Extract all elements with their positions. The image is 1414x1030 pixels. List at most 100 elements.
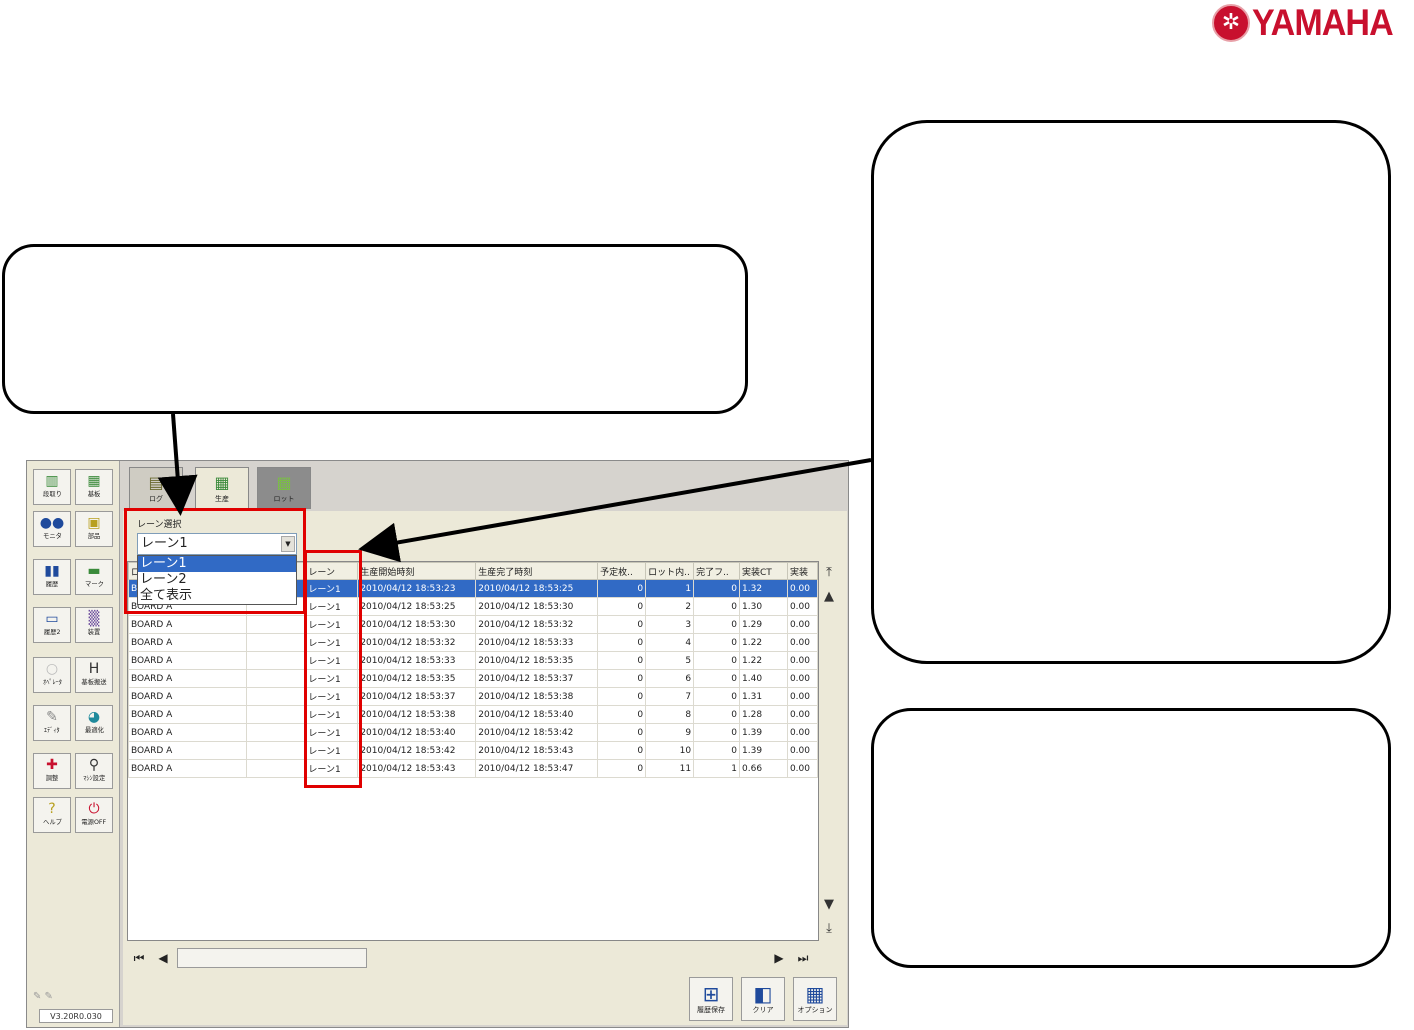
scroll-right-icon[interactable]: ▶	[769, 948, 789, 968]
table-cell: 2010/04/12 18:53:38	[475, 687, 599, 706]
scroll-top-icon[interactable]: ⤒	[819, 563, 839, 583]
scroll-first-icon[interactable]: ⏮	[129, 948, 149, 968]
table-cell: 0	[597, 687, 647, 706]
callout-lane-select	[2, 244, 748, 414]
scroll-bottom-icon[interactable]: ⤓	[819, 919, 839, 939]
highlight-lane-column	[304, 550, 362, 788]
table-cell: 11	[645, 759, 695, 778]
table-row[interactable]: BOARD A レーン1 2010/04/12 18:53:32 2010/04/12…	[128, 633, 818, 652]
sidebar-button-11[interactable]: ✎ ｴﾃﾞｨﾀ	[33, 705, 71, 741]
scroll-last-icon[interactable]: ⏭	[793, 948, 813, 968]
sidebar-button-5[interactable]: ▮▮ 履歴	[33, 559, 71, 595]
production-icon: ▦	[214, 473, 230, 492]
sidebar-button-1[interactable]: ▥ 段取り	[33, 469, 71, 505]
table-cell: BOARD A	[128, 651, 247, 670]
sidebar-button-8[interactable]: ▒ 装置	[75, 607, 113, 643]
options-button[interactable]: ▦ オプション	[793, 977, 837, 1021]
column-header[interactable]: ロット内..	[645, 562, 695, 580]
table-cell	[245, 705, 307, 724]
table-cell: 1.29	[739, 615, 788, 634]
table-cell: 0	[597, 723, 647, 742]
table-row[interactable]: BOARD A レーン1 2010/04/12 18:53:43 2010/04/12…	[128, 759, 818, 778]
tab-log[interactable]: ▤ ログ	[129, 467, 183, 509]
table-cell: 0.00	[786, 705, 818, 724]
table-cell: BOARD A	[128, 723, 247, 742]
table-cell: 0	[693, 597, 741, 616]
table-cell: 1	[645, 579, 695, 598]
sidebar-button-label: 基板搬送	[81, 678, 107, 686]
sidebar-button-label: ｵﾍﾟﾚｰﾀ	[42, 678, 62, 686]
horizontal-scrollbar[interactable]: ⏮ ◀ ▶ ⏭	[127, 947, 817, 969]
table-cell: 0.00	[786, 687, 818, 706]
sidebar-button-label: 履歴	[45, 580, 59, 588]
sidebar-button-6[interactable]: ▬ マーク	[75, 559, 113, 595]
column-header[interactable]: 生産完了時刻	[475, 562, 599, 580]
save-history-icon: ⊞	[702, 982, 720, 1006]
editor-icon: ✎	[46, 709, 58, 725]
button-label: オプション	[797, 1006, 833, 1014]
scroll-down-icon[interactable]: ▼	[819, 895, 839, 915]
column-header[interactable]: 予定枚..	[597, 562, 647, 580]
table-row[interactable]: BOARD A レーン1 2010/04/12 18:53:33 2010/04/12…	[128, 651, 818, 670]
table-cell: 10	[645, 741, 695, 760]
tab-lot[interactable]: ▦ ロット	[257, 467, 311, 509]
sidebar-button-13[interactable]: ✚ 調整	[33, 753, 71, 789]
save-history-button[interactable]: ⊞ 履歴保存	[689, 977, 733, 1021]
vertical-scrollbar[interactable]: ⤒ ▲ ▼ ⤓	[819, 561, 839, 941]
table-cell: 2	[645, 597, 695, 616]
sidebar-button-12[interactable]: ◕ 最適化	[75, 705, 113, 741]
table-cell: 6	[645, 669, 695, 688]
table-cell: 2010/04/12 18:53:40	[357, 723, 477, 742]
table-cell: 2010/04/12 18:53:32	[357, 633, 477, 652]
table-cell: 2010/04/12 18:53:35	[475, 651, 599, 670]
sidebar-button-16[interactable]: ⏻ 電源OFF	[75, 797, 113, 833]
table-row[interactable]: BOARD A レーン1 2010/04/12 18:53:35 2010/04/12…	[128, 669, 818, 688]
machine-icon: ▒	[88, 611, 100, 627]
monitor-icon: ●●	[39, 515, 65, 531]
clear-button[interactable]: ◧ クリア	[741, 977, 785, 1021]
table-row[interactable]: BOARD A レーン1 2010/04/12 18:53:38 2010/04/12…	[128, 705, 818, 724]
table-cell: 4	[645, 633, 695, 652]
table-cell: 2010/04/12 18:53:30	[357, 615, 477, 634]
scroll-up-icon[interactable]: ▲	[819, 587, 839, 607]
table-row[interactable]: BOARD A レーン1 2010/04/12 18:53:40 2010/04/12…	[128, 723, 818, 742]
sidebar-button-9[interactable]: ○ ｵﾍﾟﾚｰﾀ	[33, 657, 71, 693]
sidebar-button-7[interactable]: ▭ 履歴2	[33, 607, 71, 643]
table-cell: 0.00	[786, 669, 818, 688]
table-cell: 2010/04/12 18:53:47	[475, 759, 599, 778]
sidebar-button-label: モニタ	[42, 532, 62, 540]
table-row[interactable]: BOARD A レーン1 2010/04/12 18:53:42 2010/04/12…	[128, 741, 818, 760]
column-header[interactable]: 実装CT	[739, 562, 788, 580]
column-header[interactable]: 実装	[786, 562, 818, 580]
column-header[interactable]: 生産開始時刻	[357, 562, 477, 580]
sidebar-button-2[interactable]: ▦ 基板	[75, 469, 113, 505]
sidebar-button-4[interactable]: ▣ 部品	[75, 511, 113, 547]
table-cell: 1.28	[739, 705, 788, 724]
table-cell: 0	[693, 579, 741, 598]
table-cell: 0.66	[739, 759, 788, 778]
table-cell: 2010/04/12 18:53:25	[357, 597, 477, 616]
table-cell: 0	[597, 615, 647, 634]
tab-production[interactable]: ▦ 生産	[195, 467, 249, 509]
sidebar-button-3[interactable]: ●● モニタ	[33, 511, 71, 547]
sidebar-button-10[interactable]: H 基板搬送	[75, 657, 113, 693]
table-cell: 2010/04/12 18:53:23	[357, 579, 477, 598]
table-cell: 2010/04/12 18:53:33	[357, 651, 477, 670]
table-cell: 2010/04/12 18:53:37	[357, 687, 477, 706]
table-cell: 1.39	[739, 741, 788, 760]
table-cell	[245, 633, 307, 652]
table-cell: 7	[645, 687, 695, 706]
scroll-thumb[interactable]	[177, 948, 367, 968]
table-cell: 2010/04/12 18:53:32	[475, 615, 599, 634]
tab-label: ロット	[273, 494, 295, 503]
table-cell: 1	[693, 759, 741, 778]
scroll-left-icon[interactable]: ◀	[153, 948, 173, 968]
table-row[interactable]: BOARD A レーン1 2010/04/12 18:53:30 2010/04/12…	[128, 615, 818, 634]
sidebar-button-14[interactable]: ⚲ ﾏｼﾝ設定	[75, 753, 113, 789]
table-cell: BOARD A	[128, 705, 247, 724]
table-cell: 8	[645, 705, 695, 724]
column-header[interactable]: 完了フ..	[693, 562, 741, 580]
table-row[interactable]: BOARD A レーン1 2010/04/12 18:53:37 2010/04/12…	[128, 687, 818, 706]
sidebar-button-15[interactable]: ? ヘルプ	[33, 797, 71, 833]
table-cell: 0.00	[786, 651, 818, 670]
